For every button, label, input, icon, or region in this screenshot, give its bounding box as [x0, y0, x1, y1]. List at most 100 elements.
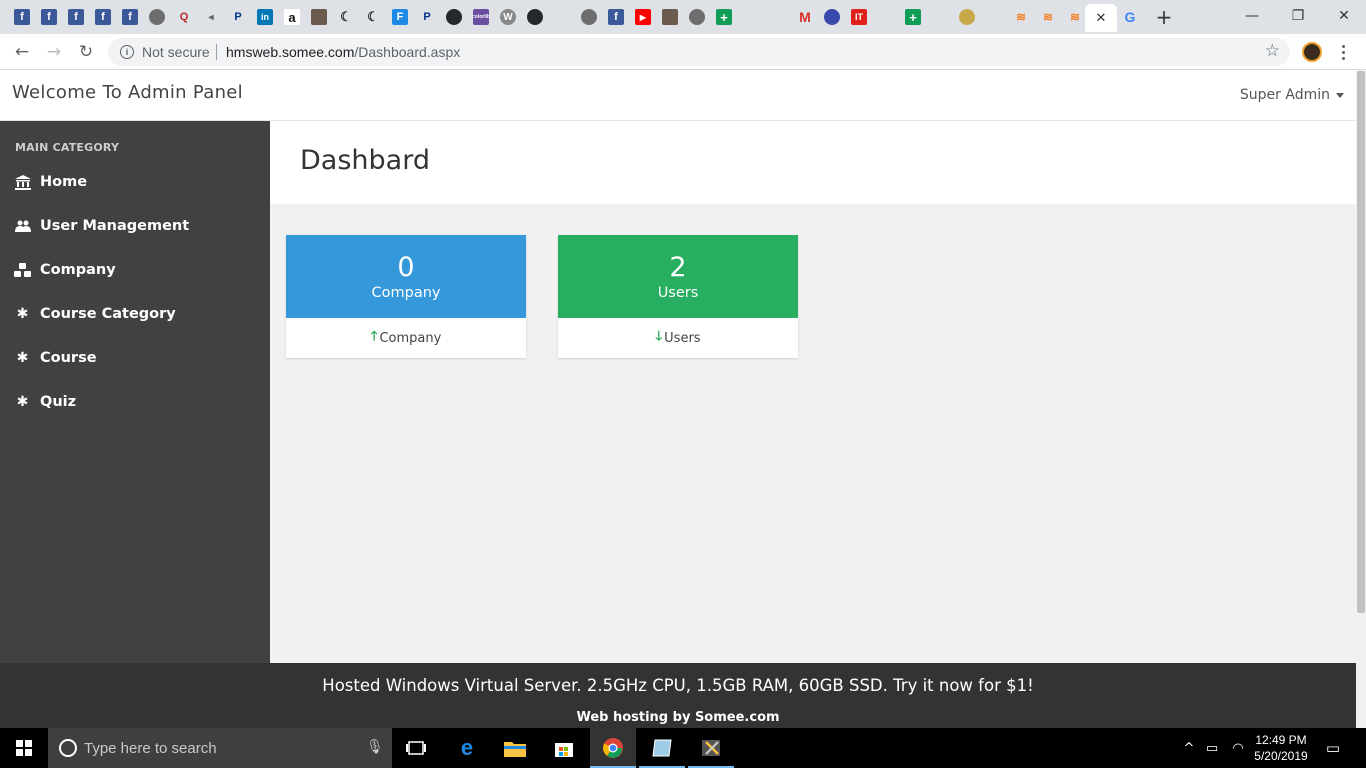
stackoverflow-icon: ≋	[1042, 10, 1054, 24]
tab-linkedin[interactable]: in	[252, 6, 278, 28]
facebook-icon: f	[14, 9, 30, 25]
brand-title[interactable]: Welcome To Admin Panel	[12, 82, 243, 103]
scrollbar-thumb[interactable]	[1357, 71, 1365, 613]
security-status[interactable]: Not secure	[142, 44, 210, 60]
wifi-icon[interactable]: ◠	[1228, 728, 1248, 768]
profile-avatar[interactable]	[1302, 42, 1322, 62]
tab-globe-2[interactable]	[576, 6, 602, 28]
forward-arrow-icon[interactable]: →	[42, 40, 66, 64]
sidebar-item-label: Course	[40, 350, 97, 366]
tab-github-2[interactable]	[522, 6, 548, 28]
minimize-button[interactable]: —	[1229, 0, 1275, 32]
notepad-app[interactable]	[639, 728, 685, 768]
file-explorer-app[interactable]	[492, 728, 538, 768]
show-hidden-icons[interactable]: ^	[1180, 728, 1198, 768]
tab-github-1[interactable]	[441, 6, 467, 28]
card-footer-link[interactable]: 🡓 Users	[558, 318, 798, 358]
tab-globe-3[interactable]	[684, 6, 710, 28]
sidebar-item-label: User Management	[40, 218, 190, 234]
tab-youtube[interactable]: ▶	[630, 6, 656, 28]
plus-icon: +	[905, 9, 921, 25]
tab-f-blue[interactable]: F	[387, 6, 413, 28]
bookmark-star-icon[interactable]: ☆	[1265, 41, 1280, 61]
facebook-icon: f	[68, 9, 84, 25]
tab-globe-1[interactable]	[144, 6, 170, 28]
sidebar-item-company[interactable]: Company	[0, 250, 270, 290]
tab-paypal-1[interactable]: P	[225, 6, 251, 28]
tab-moon-1[interactable]: ☾	[333, 6, 359, 28]
gear-icon: ✱	[16, 306, 29, 322]
sidebar-item-course[interactable]: ✱ Course	[0, 338, 270, 378]
url-path: /Dashboard.aspx	[354, 44, 461, 60]
hosting-credit-link[interactable]: Web hosting by Somee.com	[270, 710, 1086, 725]
card-footer-link[interactable]: 🡑 Company	[286, 318, 526, 358]
taskbar-clock[interactable]: 12:49 PM 5/20/2019	[1246, 732, 1316, 764]
windows-taskbar: Type here to search 🎙 e ^ ▭ ◠ 12:49 PM 5…	[0, 728, 1366, 768]
tab-sheets-1[interactable]: +	[711, 6, 737, 28]
page-scrollbar[interactable]	[1356, 70, 1366, 728]
tab-stackoverflow-2[interactable]: ≋	[1035, 6, 1061, 28]
tab-photo-1[interactable]	[306, 6, 332, 28]
hosting-ad-link[interactable]: Hosted Windows Virtual Server. 2.5GHz CP…	[270, 676, 1086, 695]
start-button[interactable]	[0, 728, 48, 768]
task-view-button[interactable]	[393, 728, 439, 768]
users-stat-card: 2 Users 🡓 Users	[558, 235, 798, 358]
chrome-app[interactable]	[590, 728, 636, 768]
tab-colorlib[interactable]: colorlib	[468, 6, 494, 28]
company-stat-card: 0 Company 🡑 Company	[286, 235, 526, 358]
sidebar-item-label: Home	[40, 174, 88, 190]
tab-facebook-6[interactable]: f	[603, 6, 629, 28]
tab-stackoverflow-1[interactable]: ≋	[1008, 6, 1034, 28]
tab-paypal-2[interactable]: P	[414, 6, 440, 28]
tab-facebook-2[interactable]: f	[36, 6, 62, 28]
tab-amazon[interactable]: a	[279, 6, 305, 28]
tab-google[interactable]: G	[1117, 6, 1143, 28]
power-icon[interactable]: ▭	[1202, 728, 1222, 768]
tab-active[interactable]: ✕	[1085, 4, 1117, 32]
tools-app[interactable]	[688, 728, 734, 768]
taskbar-search-box[interactable]: Type here to search 🎙	[48, 728, 392, 768]
globe-icon	[581, 9, 597, 25]
notifications-icon[interactable]: ▭	[1320, 728, 1346, 768]
tab-circle[interactable]	[819, 6, 845, 28]
tab-sheets-2[interactable]: +	[900, 6, 926, 28]
url-text[interactable]: hmsweb.somee.com/Dashboard.aspx	[226, 44, 460, 60]
sidebar-item-quiz[interactable]: ✱ Quiz	[0, 382, 270, 422]
facebook-icon: f	[95, 9, 111, 25]
tab-it[interactable]: IT	[846, 6, 872, 28]
sidebar-item-home[interactable]: Home	[0, 162, 270, 202]
back-arrow-icon[interactable]: ←	[10, 40, 34, 64]
store-app[interactable]	[541, 728, 587, 768]
tab-quora[interactable]: Q	[171, 6, 197, 28]
sidebar-item-user-management[interactable]: User Management	[0, 206, 270, 246]
tab-photo-2[interactable]	[657, 6, 683, 28]
wordpress-icon: W	[500, 9, 516, 25]
new-tab-button[interactable]: +	[1151, 5, 1177, 29]
address-bar[interactable]: i Not secure hmsweb.somee.com/Dashboard.…	[108, 38, 1290, 66]
tab-badge[interactable]	[954, 6, 980, 28]
reload-icon[interactable]: ↻	[74, 40, 98, 64]
tab-facebook-1[interactable]: f	[9, 6, 35, 28]
sidebar-item-label: Quiz	[40, 394, 77, 410]
sidebar-item-course-category[interactable]: ✱ Course Category	[0, 294, 270, 334]
tab-facebook-4[interactable]: f	[90, 6, 116, 28]
browser-menu-icon[interactable]	[1338, 41, 1348, 63]
tab-moon-2[interactable]: ☾	[360, 6, 386, 28]
microphone-icon[interactable]: 🎙	[366, 739, 384, 755]
paypal-icon: P	[423, 11, 431, 23]
moon-icon: ☾	[340, 9, 352, 24]
page-title: Dashbard	[300, 145, 430, 176]
tab-facebook-5[interactable]: f	[117, 6, 143, 28]
tab-wordpress[interactable]: W	[495, 6, 521, 28]
cortana-icon	[59, 739, 77, 757]
close-tab-icon[interactable]: ✕	[1096, 11, 1107, 26]
edge-app[interactable]: e	[444, 728, 490, 768]
gmail-icon: M	[799, 9, 811, 25]
info-icon[interactable]: i	[120, 45, 134, 59]
user-dropdown[interactable]: Super Admin	[1240, 87, 1344, 103]
restore-button[interactable]: ❐	[1275, 0, 1321, 32]
tab-audio[interactable]: ◂	[198, 6, 224, 28]
close-window-button[interactable]: ✕	[1321, 0, 1366, 32]
tab-facebook-3[interactable]: f	[63, 6, 89, 28]
tab-gmail[interactable]: M	[792, 6, 818, 28]
